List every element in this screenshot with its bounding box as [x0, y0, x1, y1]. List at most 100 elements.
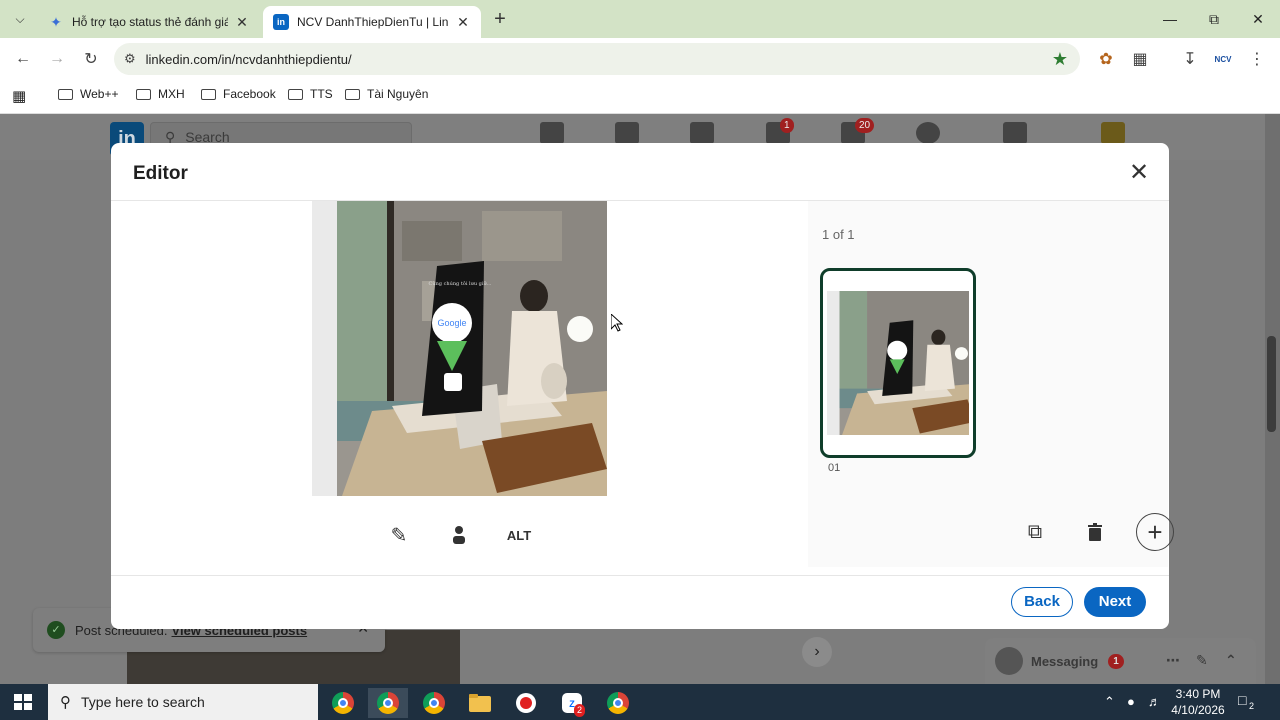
- forward-arrow-icon[interactable]: →: [46, 48, 68, 70]
- bookmark-folder-tts[interactable]: TTS: [288, 87, 333, 101]
- photo-card-caption: Cùng chúng tôi lưu giữ...: [429, 280, 492, 287]
- url-text: linkedin.com/in/ncvdanhthiepdientu/: [145, 51, 352, 67]
- bookmark-label: TTS: [310, 87, 333, 101]
- browser-tab-strip: ⌵ ✦ Hỗ trợ tạo status thẻ đánh giá Googl…: [0, 0, 1280, 38]
- taskbar-search-box[interactable]: ⚲ Type here to search: [48, 684, 318, 720]
- tab-title: Hỗ trợ tạo status thẻ đánh giá Google: [72, 15, 228, 29]
- image-count: 1 of 1: [822, 227, 855, 242]
- bookmark-folder-web[interactable]: Web++: [58, 87, 118, 101]
- folder-icon: [136, 88, 151, 100]
- editor-modal: Editor ✕ Google Cùng chúng tôi lưu giữ..…: [111, 143, 1174, 629]
- trash-icon[interactable]: [1076, 513, 1114, 551]
- bookmark-folder-tai-nguyen[interactable]: Tài Nguyên: [345, 87, 428, 101]
- messaging-badge: 1: [780, 118, 794, 133]
- folder-icon: [345, 88, 360, 100]
- extensions-puzzle-icon[interactable]: ▦: [1129, 48, 1151, 70]
- new-tab-button[interactable]: +: [488, 8, 512, 32]
- divider: [111, 575, 1169, 576]
- bookmark-star-icon[interactable]: ★: [1052, 49, 1068, 70]
- photo-preview: Google Cùng chúng tôi lưu giữ...: [312, 201, 607, 496]
- alt-text-button[interactable]: ALT: [503, 522, 535, 548]
- reload-icon[interactable]: ↻: [80, 48, 102, 70]
- gemini-icon: ✦: [50, 13, 62, 30]
- bookmark-folder-facebook[interactable]: Facebook: [201, 87, 276, 101]
- image-thumbnail[interactable]: [820, 268, 976, 458]
- notification-center-icon[interactable]: □: [1238, 692, 1246, 708]
- clock-date: 4/10/2026: [1171, 703, 1225, 717]
- folder-icon: [58, 88, 73, 100]
- bookmark-label: MXH: [158, 87, 185, 101]
- browser-toolbar: ← → ↻ ⚙ linkedin.com/in/ncvdanhthiepdien…: [0, 38, 1280, 80]
- zalo-badge: 2: [574, 704, 586, 717]
- search-icon: ⚲: [60, 694, 71, 711]
- minimize-icon[interactable]: —: [1148, 0, 1192, 38]
- record-icon[interactable]: [506, 688, 546, 718]
- tab-title: NCV DanhThiepDienTu | LinkedIn: [297, 15, 449, 29]
- messaging-label: Messaging: [1031, 653, 1099, 669]
- check-circle-icon: ✓: [47, 621, 65, 639]
- close-icon[interactable]: ✕: [1125, 160, 1153, 188]
- notifications-badge: 20: [855, 118, 875, 133]
- messaging-bar[interactable]: Messaging 1 ⋯ ✎ ⌃: [985, 638, 1256, 684]
- linkedin-icon: in: [273, 14, 289, 30]
- bookmark-label: Web++: [80, 87, 119, 101]
- bookmark-folder-mxh[interactable]: MXH: [136, 87, 185, 101]
- folder-icon: [201, 88, 216, 100]
- chevron-up-icon[interactable]: ⌃: [1225, 652, 1237, 669]
- scrollbar-thumb[interactable]: [1267, 336, 1276, 432]
- chrome-profile-taskbar-icon[interactable]: [368, 688, 408, 718]
- tab-close-icon[interactable]: ✕: [455, 14, 471, 31]
- zalo-icon[interactable]: Z 2: [552, 688, 592, 718]
- add-image-plus-icon[interactable]: +: [1136, 513, 1174, 551]
- edit-pencil-icon[interactable]: ✎: [387, 522, 411, 548]
- clock-time: 3:40 PM: [1175, 687, 1221, 701]
- speaker-icon[interactable]: ♬: [1148, 694, 1161, 709]
- bookmark-label: Tài Nguyên: [367, 87, 429, 101]
- folder-icon: [288, 88, 303, 100]
- back-arrow-icon[interactable]: ←: [12, 48, 34, 70]
- network-icon[interactable]: [615, 122, 639, 144]
- system-clock[interactable]: 3:40 PM 4/10/2026: [1168, 686, 1228, 718]
- profile-avatar[interactable]: NCV: [1212, 48, 1234, 70]
- next-button[interactable]: Next: [1084, 587, 1146, 617]
- tab-search-chevron-icon[interactable]: ⌵: [6, 6, 34, 32]
- microphone-icon[interactable]: ●: [1127, 694, 1135, 709]
- window-close-icon[interactable]: ✕: [1236, 0, 1280, 38]
- chrome-taskbar-icon[interactable]: [323, 688, 363, 718]
- apps-grid-icon[interactable]: ▦: [12, 87, 26, 105]
- messaging-count-badge: 1: [1108, 653, 1124, 669]
- back-button[interactable]: Back: [1011, 587, 1073, 617]
- messaging-avatar: [995, 647, 1023, 675]
- for-business-grid-icon[interactable]: [1003, 122, 1027, 144]
- chrome-menu-icon[interactable]: ⋮: [1246, 48, 1268, 70]
- duplicate-icon[interactable]: ⧉: [1016, 513, 1054, 551]
- restore-icon[interactable]: ⧉: [1192, 0, 1236, 38]
- compose-icon[interactable]: ✎: [1196, 652, 1208, 669]
- tray-chevron-up-icon[interactable]: ⌃: [1104, 694, 1115, 710]
- modal-title: Editor: [133, 163, 188, 184]
- thumbnail-image: [827, 291, 969, 435]
- chrome-alt-taskbar-icon[interactable]: [414, 688, 454, 718]
- file-explorer-icon[interactable]: [460, 688, 500, 718]
- taskbar-search-placeholder: Type here to search: [81, 694, 205, 710]
- carousel-next-arrow-icon[interactable]: ›: [802, 637, 832, 667]
- chrome-extra-taskbar-icon[interactable]: [598, 688, 638, 718]
- more-options-icon[interactable]: ⋯: [1166, 652, 1180, 669]
- address-bar[interactable]: ⚙ linkedin.com/in/ncvdanhthiepdientu/ ★: [114, 43, 1080, 75]
- site-settings-icon[interactable]: ⚙: [124, 51, 136, 67]
- download-icon[interactable]: ↧: [1179, 48, 1201, 70]
- browser-tab-gemini[interactable]: ✦ Hỗ trợ tạo status thẻ đánh giá Google …: [38, 6, 260, 38]
- thumbnail-number: 01: [828, 462, 841, 474]
- home-icon[interactable]: [540, 122, 564, 144]
- photo-card-google-text: Google: [437, 318, 466, 328]
- image-list-panel: 1 of 1 01 ⧉ +: [808, 201, 1174, 567]
- windows-start-icon[interactable]: [14, 694, 32, 710]
- cookie-extension-icon[interactable]: ✿: [1095, 48, 1117, 70]
- tab-close-icon[interactable]: ✕: [234, 14, 250, 31]
- tag-person-icon[interactable]: [447, 522, 471, 548]
- premium-icon[interactable]: [1101, 122, 1125, 144]
- me-avatar[interactable]: [916, 122, 940, 144]
- notification-count: 2: [1249, 701, 1255, 711]
- browser-tab-linkedin[interactable]: in NCV DanhThiepDienTu | LinkedIn ✕: [263, 6, 481, 38]
- jobs-icon[interactable]: [690, 122, 714, 144]
